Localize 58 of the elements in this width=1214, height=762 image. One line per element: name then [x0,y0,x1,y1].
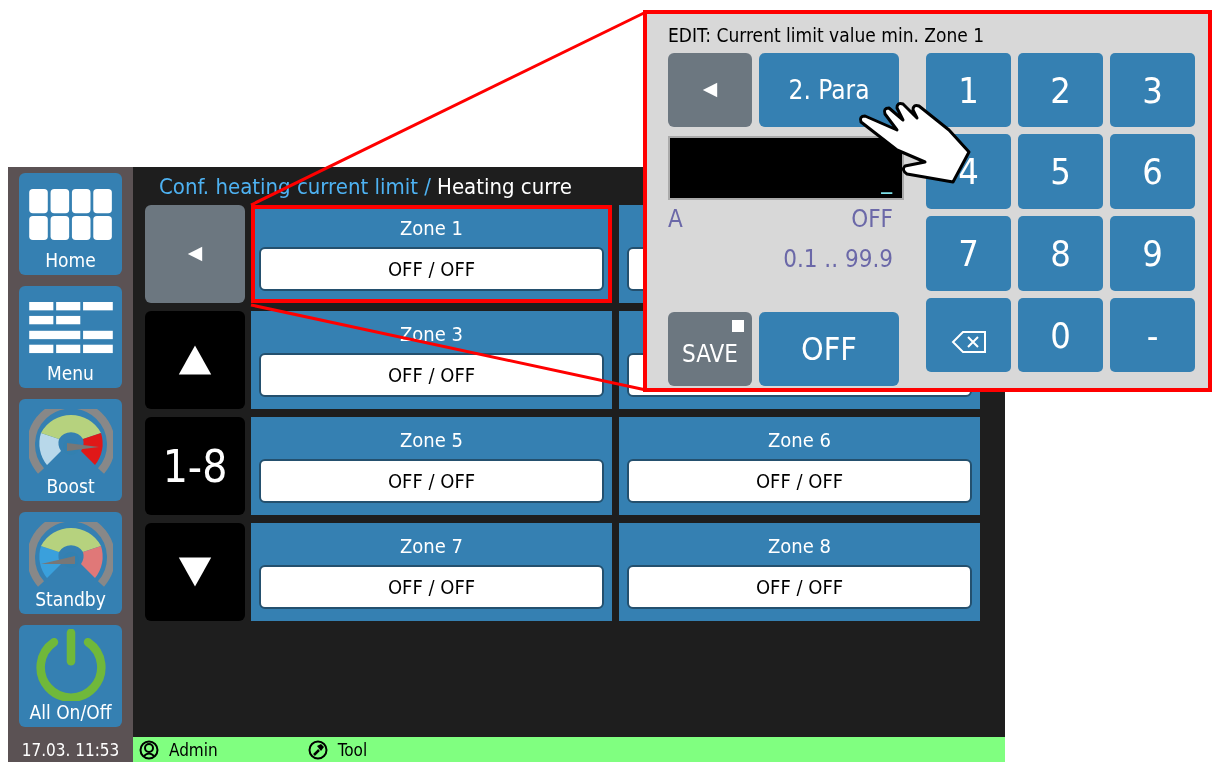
zone-card[interactable]: Zone 1 OFF / OFF [251,205,612,303]
home-button[interactable]: Home [19,173,122,275]
user-name: Admin [169,739,218,760]
unit-label: A [668,205,683,233]
left-triangle-icon [186,245,204,263]
keypad-key[interactable]: 3 [1110,53,1195,127]
keypad-key[interactable]: - [1110,298,1195,372]
hammer-icon [307,739,328,760]
breadcrumb-link[interactable]: Conf. heating current limit / [159,173,431,199]
keypad-key[interactable]: 1 [926,53,1011,127]
zone-card[interactable]: Zone 5 OFF / OFF [251,417,612,515]
keypad-key[interactable]: 2 [1018,53,1103,127]
left-triangle-icon [701,81,719,99]
page-title: Heating curre [437,173,572,199]
keypad-key[interactable]: 6 [1110,134,1195,209]
mode-name: Tool [337,739,368,760]
dialog-title: EDIT: Current limit value min. Zone 1 [668,23,986,48]
page-range: 1-8 [145,417,245,515]
grid-icon [28,189,113,241]
menu-button[interactable]: Menu [19,286,122,388]
back-button[interactable] [668,53,752,127]
keypad-key[interactable]: 9 [1110,216,1195,291]
keypad-key[interactable]: 8 [1018,216,1103,291]
zone-name: Zone 5 [400,427,463,453]
keypad-key[interactable]: 0 [1018,298,1103,372]
zone-name: Zone 8 [768,533,831,559]
zone-name: Zone 7 [400,533,463,559]
zone-card[interactable]: Zone 8 OFF / OFF [619,523,980,621]
scroll-down-button[interactable] [145,523,245,621]
date-time: 17.03. 11:53 [8,737,133,762]
backspace-icon [950,330,987,354]
save-button[interactable]: SAVE [668,312,752,386]
value-input-field[interactable]: _ [668,136,904,200]
keypad-key[interactable]: 5 [1018,134,1103,209]
current-value: OFF [851,205,893,233]
off-button[interactable]: OFF [759,312,899,386]
backspace-key[interactable] [926,298,1011,372]
range-label: 0.1 .. 99.9 [783,245,893,273]
zone-value-field[interactable]: OFF / OFF [627,459,972,503]
zone-value-field[interactable]: OFF / OFF [259,353,604,397]
zone-value-field[interactable]: OFF / OFF [259,247,604,291]
para-button[interactable]: 2. Para [759,53,899,127]
zone-name: Zone 6 [768,427,831,453]
zone-name: Zone 1 [400,215,463,241]
list-icon [28,302,113,354]
zone-card[interactable]: Zone 6 OFF / OFF [619,417,980,515]
gauge-icon [28,522,113,588]
power-button[interactable]: All On/Off [19,625,122,727]
user-icon [139,739,159,760]
keypad-key[interactable]: 7 [926,216,1011,291]
scroll-up-button[interactable] [145,311,245,409]
zone-value-field[interactable]: OFF / OFF [627,565,972,609]
gauge-icon [28,409,113,475]
zone-value-field[interactable]: OFF / OFF [259,459,604,503]
zone-value-field[interactable]: OFF / OFF [259,565,604,609]
zone-card[interactable]: Zone 7 OFF / OFF [251,523,612,621]
standby-button[interactable]: Standby [19,512,122,614]
boost-button[interactable]: Boost [19,399,122,501]
